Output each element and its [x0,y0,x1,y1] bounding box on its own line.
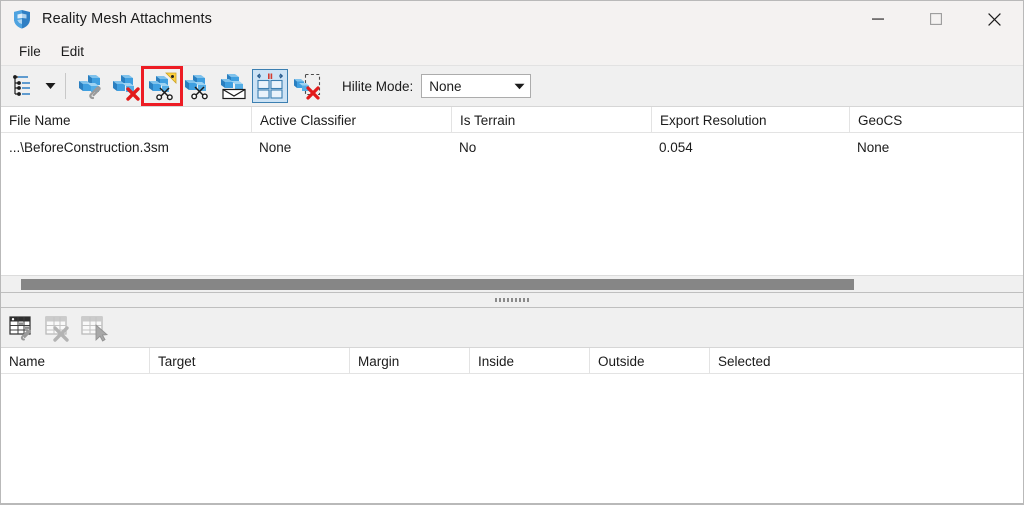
lower-table-header-row: Name Target Margin Inside Outside Select… [1,348,1023,374]
cell-is-terrain: No [459,139,477,155]
column-header-margin[interactable]: Margin [349,348,469,374]
classifier-toolbar [1,308,1023,348]
hilite-mode-chevron-down-icon [508,83,530,90]
table-cursor-icon [81,315,109,342]
reality-mesh-attachments-table: File Name Active Classifier Is Terrain E… [1,107,1023,275]
reality-mesh-shield-icon [11,8,33,30]
four-pane-split-icon [257,73,283,99]
table-row[interactable]: ...\BeforeConstruction.3sm None No 0.054… [1,133,1023,161]
column-header-export-resolution[interactable]: Export Resolution [651,107,849,133]
upper-table-horizontal-scrollbar[interactable] [1,275,1023,292]
minimize-button[interactable] [849,1,907,37]
column-header-target[interactable]: Target [149,348,349,374]
maximize-icon [930,13,942,25]
cell-active-classifier: None [259,139,292,155]
tree-list-icon [13,75,30,96]
select-classifier-button[interactable] [77,312,113,344]
list-view-mode-button[interactable] [5,69,41,103]
column-header-inside[interactable]: Inside [469,348,589,374]
column-header-name[interactable]: Name [1,348,149,374]
menu-item-edit[interactable]: Edit [51,40,94,63]
close-icon [987,12,1001,26]
window-controls [849,1,1023,37]
attach-classifier-button[interactable] [5,312,41,344]
table-paperclip-icon [9,315,31,340]
mesh-tag-scissors-icon [149,72,177,101]
attach-reality-mesh-button[interactable] [72,69,108,103]
toolbar-separator [65,73,66,99]
menu-bar: File Edit [1,37,1023,65]
column-header-file-name[interactable]: File Name [1,107,251,133]
table-x-icon [45,315,69,342]
mesh-properties-button[interactable] [216,69,252,103]
scrollbar-thumb[interactable] [21,279,854,290]
classifiers-table: Name Target Margin Inside Outside Select… [1,348,1023,504]
create-clip-button[interactable] [141,66,183,106]
menu-item-file[interactable]: File [9,40,51,63]
hilite-mode-combobox[interactable]: None [421,74,532,98]
mesh-detach-x-icon [113,75,140,101]
minimize-icon [872,18,884,20]
reality-mesh-attachments-window: Reality Mesh Attachments File Edit Hilit… [0,0,1024,505]
column-header-is-terrain[interactable]: Is Terrain [451,107,651,133]
chevron-down-icon [45,83,55,89]
cell-export-resolution: 0.054 [659,139,693,155]
window-title: Reality Mesh Attachments [42,11,213,27]
mesh-scissors-icon [185,75,208,100]
list-view-mode-dropdown[interactable] [41,69,59,103]
remove-classifier-button[interactable] [41,312,77,344]
cell-geocs: None [857,139,890,155]
mesh-attach-paperclip-icon [79,75,101,100]
hilite-mode-value: None [429,78,462,94]
mesh-envelope-icon [221,74,246,100]
panel-splitter[interactable] [1,292,1023,308]
title-bar: Reality Mesh Attachments [1,1,1023,37]
upper-table-header-row: File Name Active Classifier Is Terrain E… [1,107,1023,133]
clip-mesh-button[interactable] [180,69,216,103]
hilite-mode-label: Hilite Mode: [342,78,414,94]
main-toolbar: Hilite Mode: None [1,65,1023,107]
column-header-geocs[interactable]: GeoCS [849,107,1023,133]
detach-reality-mesh-button[interactable] [108,69,144,103]
splitter-grip-icon [495,298,529,302]
column-header-active-classifier[interactable]: Active Classifier [251,107,451,133]
column-header-outside[interactable]: Outside [589,348,709,374]
cell-file-name: ...\BeforeConstruction.3sm [9,139,169,155]
close-button[interactable] [965,1,1023,37]
split-view-button[interactable] [252,69,288,103]
column-header-selected[interactable]: Selected [709,348,1023,374]
maximize-button[interactable] [907,1,965,37]
mesh-dashed-box-x-icon [294,73,321,100]
remove-clip-button[interactable] [288,69,324,103]
